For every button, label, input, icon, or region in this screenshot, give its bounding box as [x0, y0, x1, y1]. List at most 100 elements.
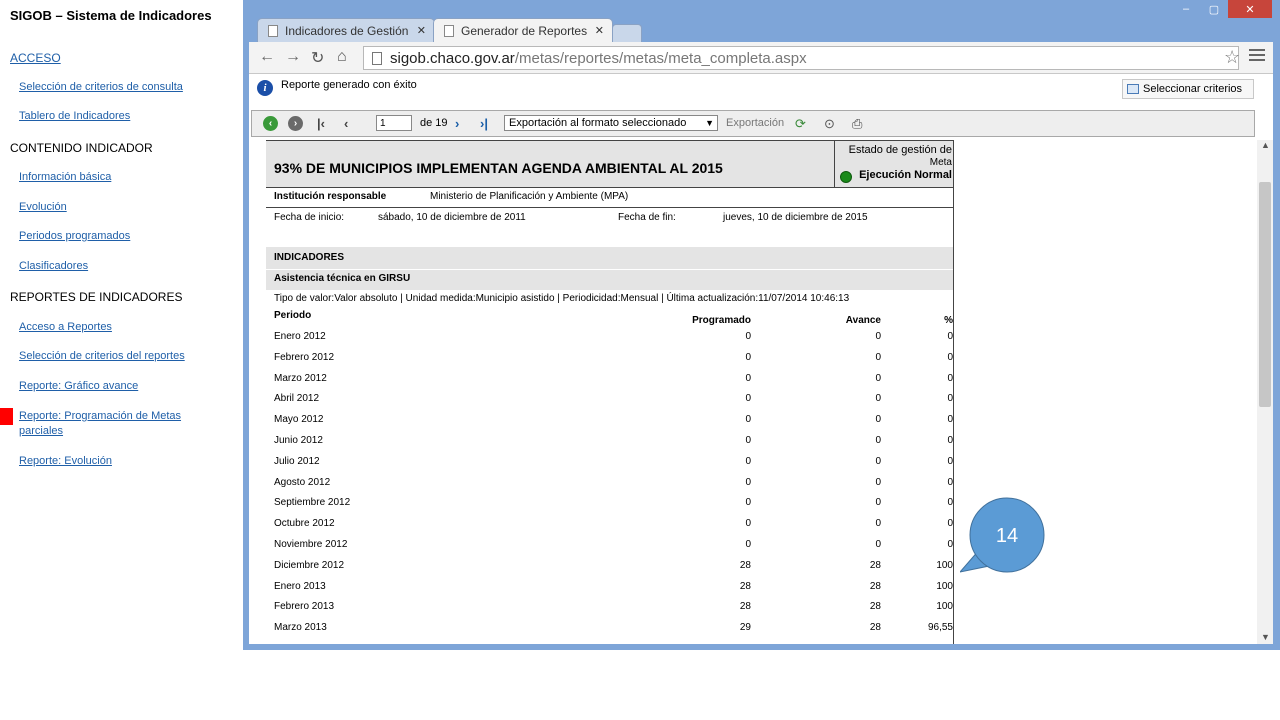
table-row: Noviembre 2012 0 0 0	[274, 539, 953, 557]
scrollbar-thumb[interactable]	[1259, 182, 1271, 407]
browser-window: – ▢ ✕ Indicadores de Gestión ✕ Generador…	[243, 0, 1280, 650]
report-title: 93% DE MUNICIPIOS IMPLEMENTAN AGENDA AMB…	[274, 160, 723, 176]
row-period: Diciembre 2012	[274, 559, 345, 571]
row-avance: 0	[875, 455, 881, 467]
nav-link-clasificadores[interactable]: Clasificadores	[19, 260, 88, 272]
row-period: Marzo 2013	[274, 622, 327, 634]
forward-report-icon[interactable]: ›	[288, 115, 303, 132]
last-page-icon[interactable]: ›|	[480, 115, 488, 132]
nav-link-acceso[interactable]: ACCESO	[10, 51, 61, 65]
row-avance: 0	[875, 539, 881, 550]
zoom-icon[interactable]: ⊙	[824, 115, 835, 132]
page-icon	[372, 51, 382, 65]
refresh-icon[interactable]: ⟳	[795, 115, 806, 132]
report-page: 93% DE MUNICIPIOS IMPLEMENTAN AGENDA AMB…	[266, 140, 954, 644]
address-bar[interactable]: sigob.chaco.gov.ar/metas/reportes/metas/…	[363, 46, 1239, 70]
minimize-button[interactable]: –	[1172, 0, 1200, 18]
nav-link-informacion-basica[interactable]: Información básica	[19, 171, 111, 183]
nav-link-periodos-programados[interactable]: Periodos programados	[19, 230, 130, 242]
export-link[interactable]: Exportación	[726, 117, 784, 129]
row-avance: 0	[875, 372, 881, 384]
nav-link-evolucion[interactable]: Evolución	[19, 201, 67, 213]
table-row: Mayo 2012 0 0 0	[274, 414, 953, 432]
menu-icon[interactable]	[1249, 49, 1265, 64]
indicators-band	[266, 247, 953, 269]
scroll-up-icon[interactable]: ▲	[1261, 140, 1270, 150]
section-reportes-indicadores: REPORTES DE INDICADORES	[10, 290, 183, 304]
row-percent: 0	[947, 393, 953, 405]
nav-link-seleccion-criterios[interactable]: Selección de criterios de consulta	[19, 81, 183, 93]
table-row: Febrero 2012 0 0 0	[274, 352, 953, 370]
info-icon: i	[257, 80, 273, 96]
row-programado: 29	[739, 622, 751, 634]
row-avance: 28	[869, 601, 881, 613]
scroll-down-icon[interactable]: ▼	[1261, 632, 1270, 642]
criteria-icon	[1127, 84, 1139, 94]
tab-generador-reportes[interactable]: Generador de Reportes ✕	[433, 18, 613, 43]
table-row: Octubre 2012 0 0 0	[274, 518, 953, 536]
back-report-icon[interactable]: ‹	[263, 115, 278, 132]
close-tab-icon[interactable]: ✕	[417, 24, 426, 37]
chevron-down-icon: ▼	[705, 118, 714, 128]
column-header-avance: Avance	[845, 315, 881, 326]
nav-link-seleccion-criterios-reportes[interactable]: Selección de criterios del reportes	[19, 350, 185, 362]
table-row: Abril 2012 0 0 0	[274, 393, 953, 411]
forward-icon[interactable]: →	[285, 48, 301, 66]
table-row: Marzo 2012 0 0 0	[274, 373, 953, 391]
row-avance: 0	[875, 414, 881, 426]
indicator-name: Asistencia técnica en GIRSU	[274, 273, 411, 284]
nav-link-acceso-reportes[interactable]: Acceso a Reportes	[19, 321, 112, 333]
previous-page-icon[interactable]: ‹	[344, 115, 348, 132]
nav-link-tablero[interactable]: Tablero de Indicadores	[19, 110, 130, 122]
select-criteria-label: Seleccionar criterios	[1143, 83, 1243, 95]
row-programado: 0	[745, 393, 751, 405]
row-programado: 0	[745, 476, 751, 488]
table-row: Marzo 2013 29 28 96,55	[274, 622, 953, 640]
nav-link-programacion-metas[interactable]: Reporte: Programación de Metas parciales	[19, 409, 224, 439]
row-percent: 0	[947, 518, 953, 530]
page-number-input[interactable]: 1	[376, 115, 412, 131]
table-row: Enero 2013 28 28 100	[274, 581, 953, 599]
print-icon[interactable]: ⎙	[852, 115, 862, 132]
reload-icon[interactable]: ↻	[311, 48, 324, 68]
table-header-row: Periodo Programado Avance %	[274, 310, 953, 328]
row-programado: 0	[745, 435, 751, 446]
close-tab-icon[interactable]: ✕	[595, 24, 604, 37]
row-avance: 28	[869, 622, 881, 634]
row-programado: 0	[745, 331, 751, 342]
window-controls: – ▢ ✕	[1172, 0, 1272, 18]
page-icon	[268, 25, 278, 37]
first-page-icon[interactable]: |‹	[317, 115, 325, 132]
new-tab-button[interactable]	[612, 24, 642, 42]
bookmark-star-icon[interactable]: ☆	[1224, 47, 1240, 68]
row-period: Enero 2012	[274, 331, 326, 342]
row-programado: 0	[745, 497, 751, 509]
row-percent: 100	[936, 601, 953, 613]
row-percent: 96,55	[927, 622, 953, 634]
page-content: i Reporte generado con éxito Seleccionar…	[249, 74, 1273, 644]
url-host: sigob.chaco.gov.ar	[390, 49, 515, 67]
export-format-value: Exportación al formato seleccionado	[509, 117, 687, 129]
institution-value: Ministerio de Planificación y Ambiente (…	[430, 191, 629, 202]
table-row: Septiembre 2012 0 0 0	[274, 497, 953, 515]
vertical-scrollbar[interactable]: ▲ ▼	[1257, 140, 1273, 644]
row-period: Mayo 2012	[274, 414, 324, 426]
close-window-button[interactable]: ✕	[1228, 0, 1272, 18]
nav-link-reporte-evolucion[interactable]: Reporte: Evolución	[19, 455, 112, 467]
nav-link-grafico-avance[interactable]: Reporte: Gráfico avance	[19, 380, 138, 392]
export-format-select[interactable]: Exportación al formato seleccionado ▼	[504, 115, 718, 131]
tab-indicadores-gestion[interactable]: Indicadores de Gestión ✕	[257, 18, 435, 43]
row-percent: 0	[947, 539, 953, 550]
row-avance: 0	[875, 331, 881, 342]
back-icon[interactable]: ←	[259, 48, 275, 66]
row-programado: 0	[745, 539, 751, 550]
table-row: Enero 2012 0 0 0	[274, 331, 953, 349]
tab-label: Generador de Reportes	[461, 24, 588, 38]
restore-button[interactable]: ▢	[1200, 0, 1228, 18]
row-percent: 0	[947, 497, 953, 509]
select-criteria-button[interactable]: Seleccionar criterios	[1122, 79, 1254, 99]
home-icon[interactable]: ⌂	[337, 48, 347, 66]
row-period: Febrero 2013	[274, 601, 335, 613]
next-page-icon[interactable]: ›	[455, 115, 459, 132]
column-header-programado: Programado	[692, 315, 751, 326]
